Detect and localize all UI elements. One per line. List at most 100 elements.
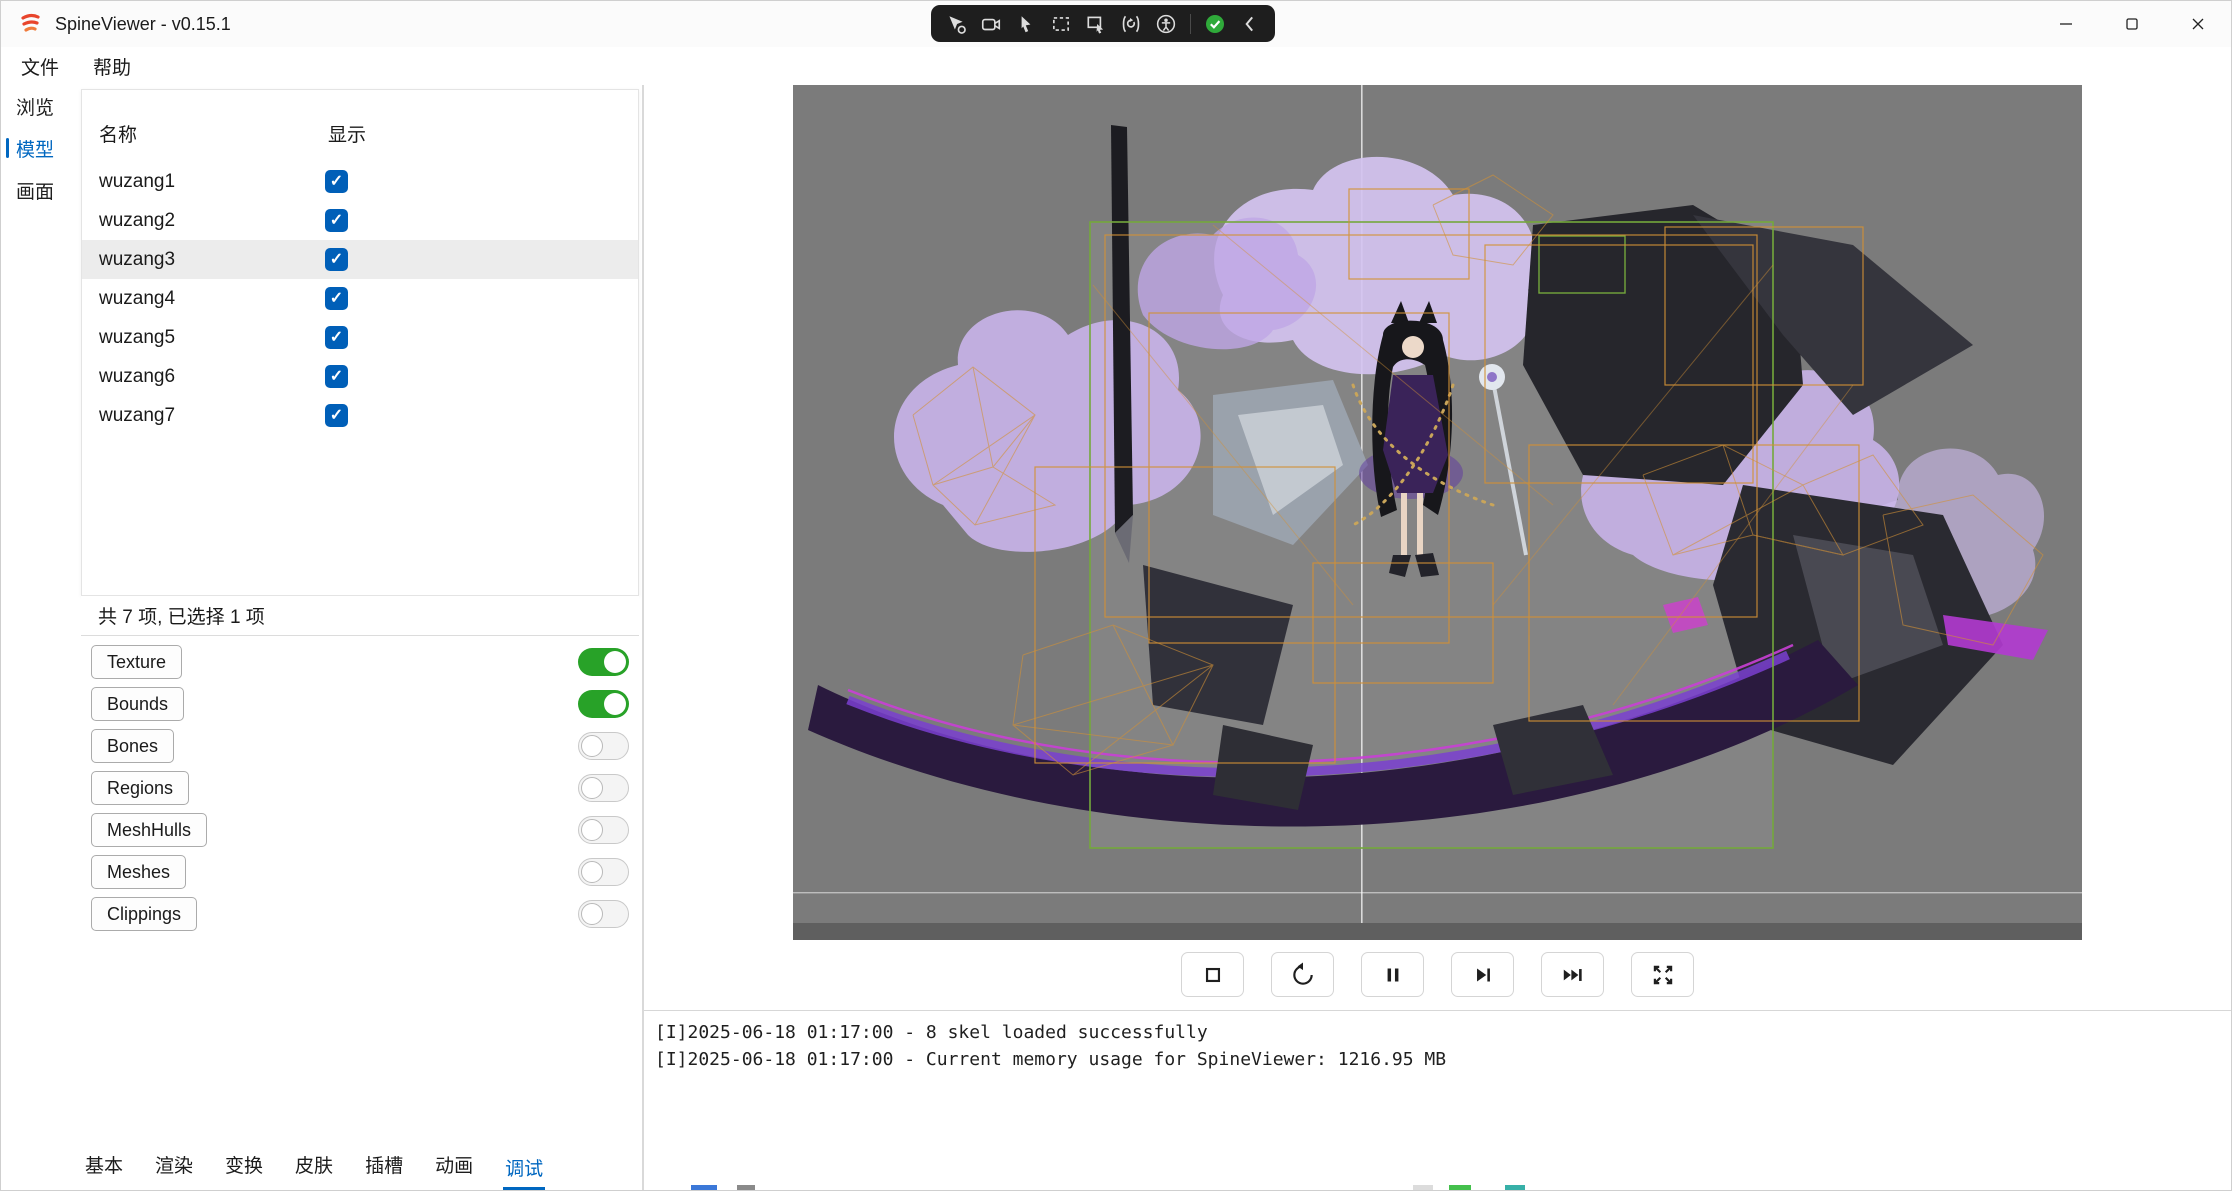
texture-toggle[interactable] — [578, 648, 629, 676]
accessibility-icon[interactable] — [1155, 13, 1177, 35]
toggle-row-clippings: Clippings — [69, 897, 642, 931]
table-row-selected[interactable]: wuzang3 — [82, 240, 638, 279]
preview-region: [I]2025-06-18 01:17:00 - 8 skel loaded s… — [644, 85, 2231, 1190]
log-output[interactable]: [I]2025-06-18 01:17:00 - 8 skel loaded s… — [644, 1011, 2231, 1184]
meshhulls-button[interactable]: MeshHulls — [91, 813, 207, 847]
toggle-knob — [604, 693, 626, 715]
bones-button[interactable]: Bones — [91, 729, 174, 763]
table-row[interactable]: wuzang2 — [82, 201, 638, 240]
visibility-checkbox[interactable] — [325, 209, 348, 232]
close-button[interactable] — [2165, 1, 2231, 47]
restart-button[interactable] — [1271, 952, 1334, 997]
regions-toggle[interactable] — [578, 774, 629, 802]
menubar: 文件 帮助 — [1, 47, 2231, 85]
toggle-row-regions: Regions — [69, 771, 642, 805]
toggle-row-bounds: Bounds — [69, 687, 642, 721]
regions-button[interactable]: Regions — [91, 771, 189, 805]
bounds-button[interactable]: Bounds — [91, 687, 184, 721]
side-nav: 浏览 模型 画面 — [1, 85, 69, 1190]
table-row[interactable]: wuzang7 — [82, 396, 638, 435]
visibility-checkbox[interactable] — [325, 248, 348, 271]
model-table: 名称 显示 wuzang1 wuzang2 wuzang3 wuzang4 wu… — [81, 89, 639, 596]
sidebar-item-model[interactable]: 模型 — [1, 127, 69, 169]
model-name: wuzang6 — [82, 366, 175, 388]
spine-viewport[interactable] — [793, 85, 2082, 940]
playback-controls — [793, 952, 2082, 998]
meshes-toggle[interactable] — [578, 858, 629, 886]
visibility-checkbox[interactable] — [325, 170, 348, 193]
model-panel: 名称 显示 wuzang1 wuzang2 wuzang3 wuzang4 wu… — [69, 85, 642, 1190]
toggle-knob — [581, 903, 603, 925]
taskbar-icon-sliver — [691, 1185, 717, 1190]
titlebar: SpineViewer - v0.15.1 — [1, 1, 2231, 47]
maximize-button[interactable] — [2099, 1, 2165, 47]
cursor-settings-icon[interactable] — [945, 13, 967, 35]
bones-toggle[interactable] — [578, 732, 629, 760]
window-capture-icon[interactable] — [1085, 13, 1107, 35]
visibility-checkbox[interactable] — [325, 326, 348, 349]
toggle-knob — [581, 735, 603, 757]
skip-forward-button[interactable] — [1541, 952, 1604, 997]
column-header-show[interactable]: 显示 — [328, 120, 366, 147]
visibility-checkbox[interactable] — [325, 404, 348, 427]
toolbar-separator — [1190, 14, 1191, 34]
toggle-knob — [581, 819, 603, 841]
table-row[interactable]: wuzang1 — [82, 162, 638, 201]
taskbar-icon-sliver — [1505, 1185, 1525, 1190]
texture-button[interactable]: Texture — [91, 645, 182, 679]
meshes-button[interactable]: Meshes — [91, 855, 186, 889]
clippings-button[interactable]: Clippings — [91, 897, 197, 931]
model-table-header: 名称 显示 — [82, 90, 638, 162]
sidebar-item-browse[interactable]: 浏览 — [1, 85, 69, 127]
model-name: wuzang4 — [82, 288, 175, 310]
table-row[interactable]: wuzang4 — [82, 279, 638, 318]
bounds-toggle[interactable] — [578, 690, 629, 718]
chevron-left-icon[interactable] — [1239, 13, 1261, 35]
visibility-checkbox[interactable] — [325, 287, 348, 310]
model-name: wuzang1 — [82, 171, 175, 193]
step-forward-button[interactable] — [1451, 952, 1514, 997]
app-window: SpineViewer - v0.15.1 — [0, 0, 2232, 1191]
taskbar-icon-sliver — [1449, 1185, 1471, 1190]
menu-help[interactable]: 帮助 — [93, 53, 131, 80]
toggle-knob — [604, 651, 626, 673]
region-select-icon[interactable] — [1050, 13, 1072, 35]
property-tabs: 基本 渲染 变换 皮肤 插槽 动画 调试 — [69, 1146, 642, 1190]
app-logo-icon — [19, 12, 43, 36]
toggle-row-meshes: Meshes — [69, 855, 642, 889]
clippings-toggle[interactable] — [578, 900, 629, 928]
taskbar-sliver — [1, 1185, 2231, 1190]
stop-button[interactable] — [1181, 952, 1244, 997]
toggle-row-texture: Texture — [69, 645, 642, 679]
model-name: wuzang3 — [82, 249, 175, 271]
visibility-checkbox[interactable] — [325, 365, 348, 388]
spine-preview-art — [793, 85, 2082, 940]
replay-icon[interactable] — [1120, 13, 1142, 35]
window-title: SpineViewer - v0.15.1 — [55, 14, 231, 35]
column-header-name[interactable]: 名称 — [99, 120, 137, 147]
window-controls — [2033, 1, 2231, 47]
taskbar-icon-sliver — [1413, 1185, 1433, 1190]
sidebar-item-screen[interactable]: 画面 — [1, 169, 69, 211]
cursor-icon[interactable] — [1015, 13, 1037, 35]
debug-toggles: Texture Bounds Bones Regions MeshHulls M… — [69, 636, 642, 931]
toggle-row-bones: Bones — [69, 729, 642, 763]
fullscreen-button[interactable] — [1631, 952, 1694, 997]
video-camera-icon[interactable] — [980, 13, 1002, 35]
table-row[interactable]: wuzang6 — [82, 357, 638, 396]
toggle-knob — [581, 777, 603, 799]
taskbar-icon-sliver — [737, 1185, 755, 1190]
model-name: wuzang5 — [82, 327, 175, 349]
toggle-row-meshhulls: MeshHulls — [69, 813, 642, 847]
minimize-button[interactable] — [2033, 1, 2099, 47]
pause-button[interactable] — [1361, 952, 1424, 997]
model-name: wuzang7 — [82, 405, 175, 427]
status-check-icon[interactable] — [1204, 13, 1226, 35]
capture-toolbar — [931, 5, 1275, 42]
selection-summary: 共 7 项, 已选择 1 项 — [81, 596, 639, 636]
log-line: [I]2025-06-18 01:17:00 - 8 skel loaded s… — [655, 1019, 2231, 1046]
menu-file[interactable]: 文件 — [21, 53, 59, 80]
log-line: [I]2025-06-18 01:17:00 - Current memory … — [655, 1046, 2231, 1073]
meshhulls-toggle[interactable] — [578, 816, 629, 844]
table-row[interactable]: wuzang5 — [82, 318, 638, 357]
